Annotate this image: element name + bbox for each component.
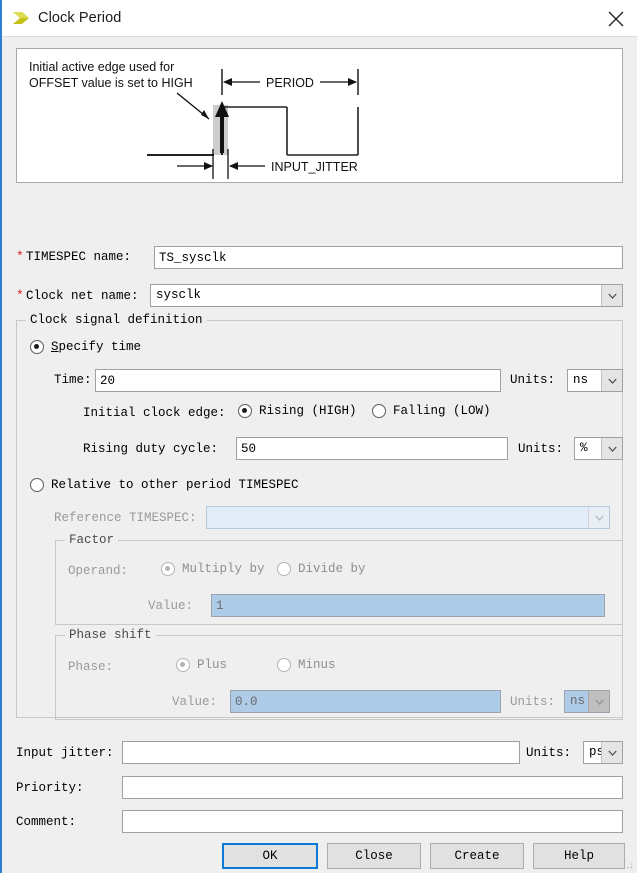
duty-cycle-units-combobox[interactable]: %	[574, 437, 623, 460]
falling-low-label: Falling (LOW)	[393, 404, 491, 418]
phase-value-input	[230, 690, 501, 713]
ok-button[interactable]: OK	[222, 843, 318, 869]
factor-value-input	[211, 594, 605, 617]
diagram-caption-line2: OFFSET value is set to HIGH	[29, 76, 193, 90]
rising-duty-cycle-label: Rising duty cycle:	[83, 442, 219, 456]
close-icon[interactable]	[605, 8, 627, 30]
time-units-combobox[interactable]: ns	[567, 369, 623, 392]
clock-net-name-value: sysclk	[156, 288, 202, 302]
radio-plus: Plus	[176, 658, 227, 672]
chevron-down-icon[interactable]	[601, 742, 622, 763]
radio-relative-to-other-period[interactable]: Relative to other period TIMESPEC	[30, 478, 299, 492]
radio-dot-icon	[30, 340, 44, 354]
reference-timespec-value	[207, 507, 588, 528]
clock-period-dialog: Clock Period Initial active edge used fo…	[0, 0, 637, 873]
clock-signal-definition-title: Clock signal definition	[26, 313, 207, 327]
input-jitter-units-label: Units:	[526, 746, 572, 760]
specify-time-label: Specify time	[51, 340, 142, 354]
comment-input[interactable]	[122, 810, 623, 833]
timespec-name-label: TIMESPEC name:	[26, 249, 132, 264]
dialog-body: Initial active edge used for OFFSET valu…	[2, 37, 637, 873]
time-input[interactable]	[95, 369, 501, 392]
input-jitter-units-combobox[interactable]: ps	[583, 741, 623, 764]
duty-cycle-units-value: %	[580, 441, 588, 455]
close-button[interactable]: Close	[327, 843, 421, 869]
plus-label: Plus	[197, 658, 228, 672]
clock-net-name-row: * Clock net name:	[16, 288, 139, 303]
window-title: Clock Period	[38, 10, 122, 26]
clock-net-name-label: Clock net name:	[26, 288, 139, 303]
chevron-down-icon[interactable]	[601, 370, 622, 391]
required-marker: *	[16, 249, 24, 264]
duty-cycle-units-label: Units:	[518, 442, 564, 456]
radio-divide-by: Divide by	[277, 562, 366, 576]
clock-waveform-diagram: Initial active edge used for OFFSET valu…	[16, 48, 623, 183]
factor-value-label: Value:	[148, 599, 194, 613]
radio-rising-high[interactable]: Rising (HIGH)	[238, 404, 357, 418]
radio-specify-time[interactable]: Specify time	[30, 340, 141, 354]
timespec-name-input[interactable]	[154, 246, 623, 269]
relative-to-other-label: Relative to other period TIMESPEC	[51, 478, 299, 492]
input-jitter-input[interactable]	[122, 741, 520, 764]
diagram-period-label: PERIOD	[266, 76, 314, 90]
radio-dot-icon	[176, 658, 190, 672]
time-units-value: ns	[573, 373, 589, 387]
diagram-caption-line1: Initial active edge used for	[29, 60, 174, 74]
radio-dot-icon	[161, 562, 175, 576]
time-label: Time:	[54, 373, 92, 387]
chevron-down-icon	[588, 507, 609, 528]
input-jitter-units-value: ps	[589, 745, 601, 759]
reference-timespec-combobox	[206, 506, 610, 529]
minus-label: Minus	[298, 658, 336, 672]
chevron-down-icon	[588, 691, 609, 712]
multiply-by-label: Multiply by	[182, 562, 265, 576]
priority-label: Priority:	[16, 781, 84, 795]
required-marker: *	[16, 288, 24, 303]
operand-label: Operand:	[68, 564, 129, 578]
reference-timespec-label: Reference TIMESPEC:	[54, 511, 197, 525]
chevron-down-icon[interactable]	[601, 438, 622, 459]
comment-label: Comment:	[16, 815, 77, 829]
title-bar: Clock Period	[2, 0, 637, 37]
divide-by-label: Divide by	[298, 562, 366, 576]
yellow-chevron-icon	[10, 7, 32, 29]
phase-units-label: Units:	[510, 695, 556, 709]
radio-minus: Minus	[277, 658, 336, 672]
time-units-label: Units:	[510, 373, 556, 387]
radio-dot-icon	[30, 478, 44, 492]
phase-value-label: Value:	[172, 695, 218, 709]
time-label-wrap: Time:	[54, 373, 92, 387]
radio-dot-icon	[238, 404, 252, 418]
rising-high-label: Rising (HIGH)	[259, 404, 357, 418]
radio-falling-low[interactable]: Falling (LOW)	[372, 404, 491, 418]
phase-shift-group-title: Phase shift	[65, 628, 156, 642]
input-jitter-label: Input jitter:	[16, 746, 114, 760]
clock-net-name-combobox[interactable]: sysclk	[150, 284, 623, 307]
resize-grip[interactable]	[622, 858, 634, 870]
timespec-name-row: * TIMESPEC name:	[16, 249, 131, 264]
initial-clock-edge-label: Initial clock edge:	[83, 406, 226, 420]
phase-label: Phase:	[68, 660, 114, 674]
radio-dot-icon	[372, 404, 386, 418]
chevron-down-icon[interactable]	[601, 285, 622, 306]
radio-dot-icon	[277, 658, 291, 672]
rising-duty-cycle-input[interactable]	[236, 437, 508, 460]
radio-multiply-by: Multiply by	[161, 562, 265, 576]
phase-units-value: ns	[570, 694, 586, 708]
radio-dot-icon	[277, 562, 291, 576]
help-button[interactable]: Help	[533, 843, 625, 869]
create-button[interactable]: Create	[430, 843, 524, 869]
diagram-jitter-label: INPUT_JITTER	[271, 160, 358, 174]
priority-input[interactable]	[122, 776, 623, 799]
phase-units-combobox: ns	[564, 690, 610, 713]
factor-group-title: Factor	[65, 533, 119, 547]
